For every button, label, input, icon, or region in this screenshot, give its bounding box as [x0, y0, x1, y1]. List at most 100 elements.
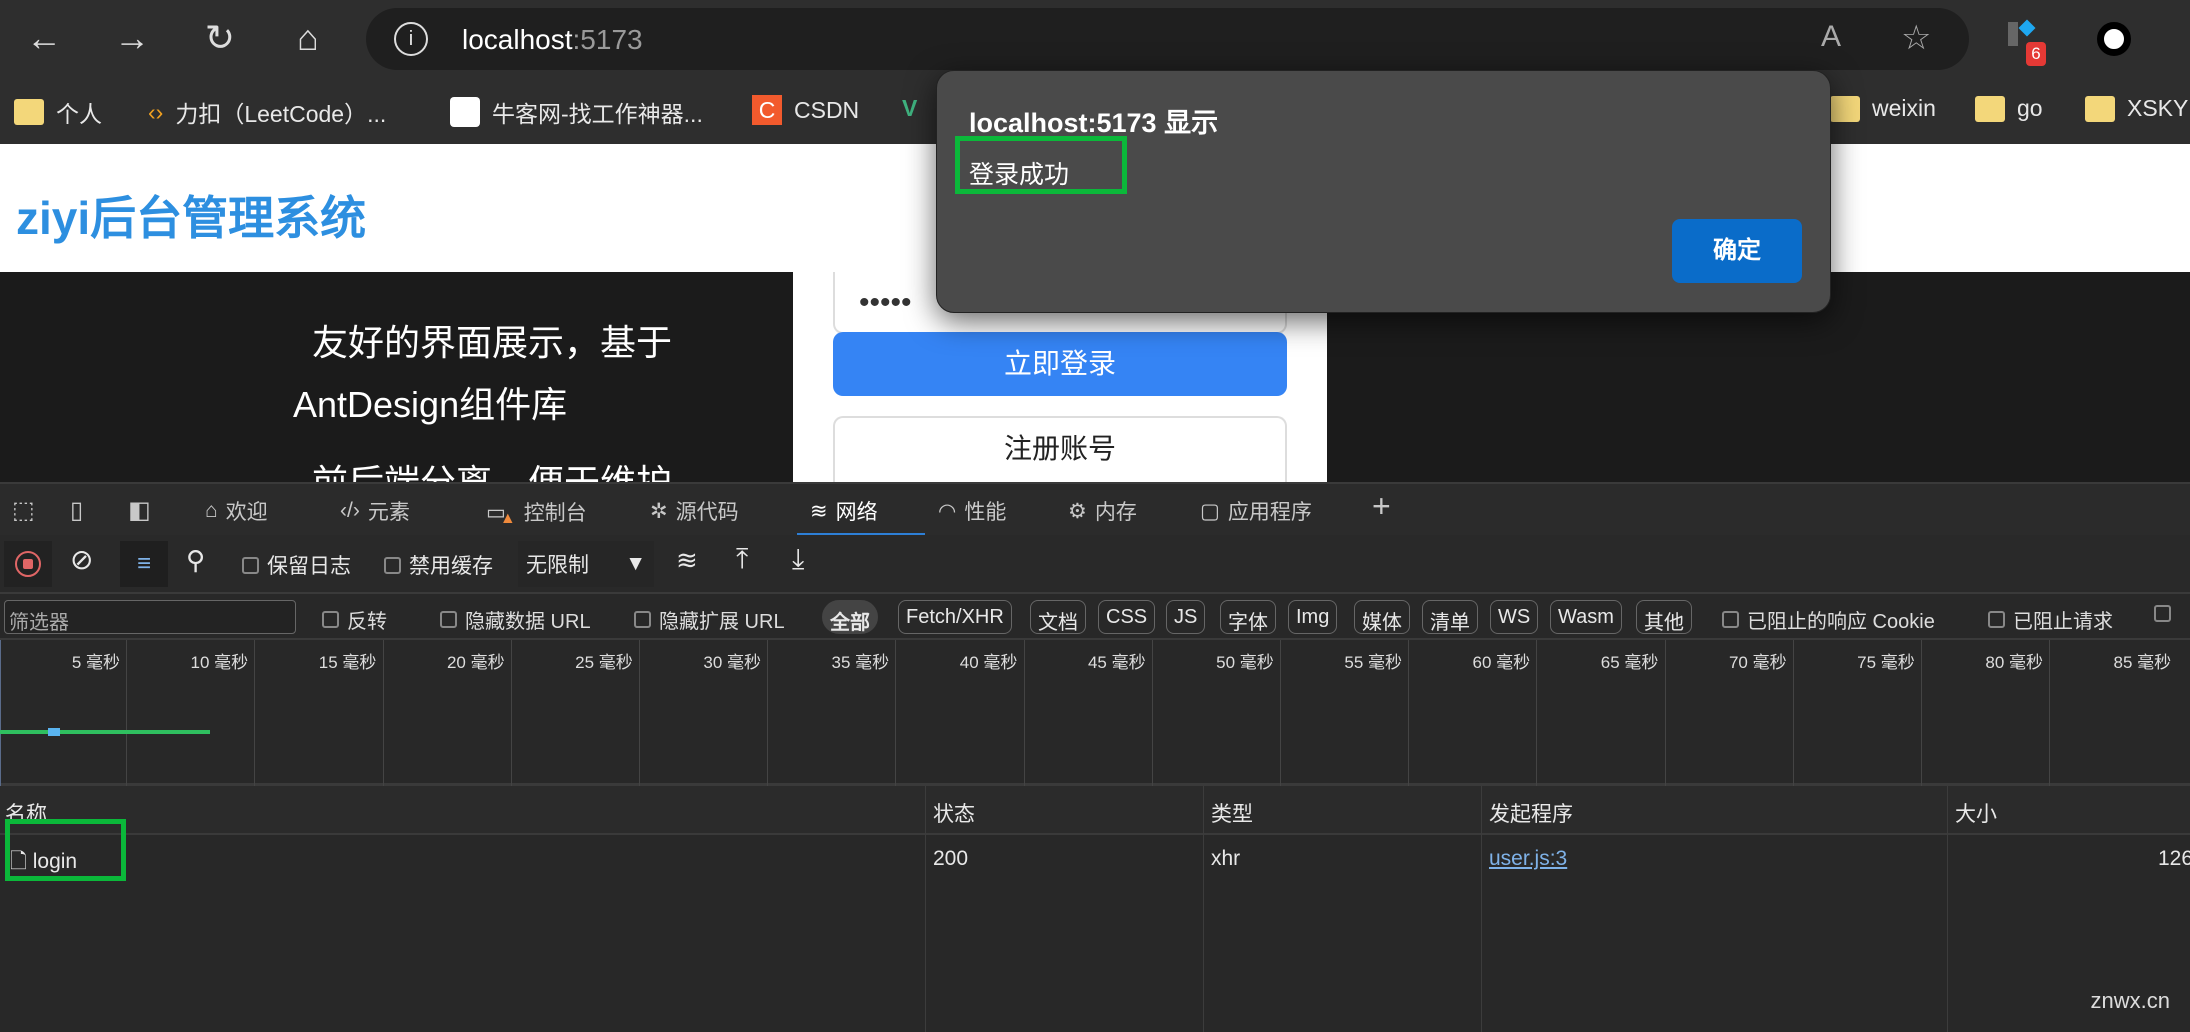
- extensions-icon[interactable]: 6: [2008, 19, 2046, 66]
- info-icon[interactable]: i: [394, 22, 428, 56]
- site-title: ziyi后台管理系统: [16, 192, 367, 244]
- tab-sources[interactable]: ✲ 源代码: [650, 496, 739, 526]
- tab-memory[interactable]: ⚙ 内存: [1068, 496, 1137, 526]
- back-icon[interactable]: ←: [20, 14, 68, 62]
- highlight-box: [5, 819, 126, 881]
- type-filter[interactable]: Fetch/XHR: [898, 600, 1012, 634]
- tick-label: 85 毫秒: [2113, 653, 2172, 672]
- inspect-icon[interactable]: ⬚: [12, 496, 35, 525]
- export-har-icon[interactable]: ⤓: [792, 543, 804, 576]
- bookmark-folder[interactable]: go: [1975, 95, 2043, 122]
- bookmark-label: 力扣（LeetCode）...: [175, 101, 387, 127]
- dialog-title: localhost:5173 显示: [969, 108, 1219, 138]
- type-filter[interactable]: WS: [1490, 600, 1539, 634]
- bookmark[interactable]: C CSDN: [752, 95, 859, 125]
- bookmark-label: CSDN: [794, 96, 860, 123]
- tab-application[interactable]: ▢ 应用程序: [1200, 496, 1312, 526]
- checkbox: [322, 611, 339, 628]
- dock-icon[interactable]: ◧: [128, 496, 151, 525]
- type-filter[interactable]: 字体: [1220, 600, 1276, 634]
- checkbox: [1988, 611, 2005, 628]
- tab-network[interactable]: ≋ 网络: [810, 496, 878, 526]
- device-emulation-icon[interactable]: ▯: [70, 496, 83, 525]
- tick-label: 70 毫秒: [1728, 653, 1787, 672]
- type-filter[interactable]: 其他: [1636, 600, 1692, 634]
- filter-input[interactable]: 筛选器: [4, 600, 296, 634]
- request-initiator[interactable]: user.js:3: [1489, 847, 1567, 871]
- timeline-tick: 35 毫秒: [767, 640, 895, 786]
- folder-icon: [14, 99, 44, 125]
- network-conditions-icon[interactable]: ≋: [676, 545, 698, 576]
- read-aloud-icon[interactable]: A: [1821, 20, 1841, 54]
- column-size[interactable]: 大小: [1955, 798, 1997, 828]
- profile-icon[interactable]: [2097, 22, 2131, 56]
- timeline-tick: 40 毫秒: [895, 640, 1023, 786]
- invert-checkbox[interactable]: 反转: [322, 605, 387, 634]
- type-filter[interactable]: 清单: [1422, 600, 1478, 634]
- timeline-tick: 65 毫秒: [1536, 640, 1664, 786]
- bookmark-folder[interactable]: weixin: [1830, 95, 1936, 122]
- tick-label: 25 毫秒: [575, 653, 633, 672]
- devtools-tabs: ⬚ ▯ ◧ ⌂ 欢迎 ‹/› 元素 ▭ ▲ 控制台 ✲ 源代码 ≋ 网络 ◠ 性能 ⚙ 内存 ▢…: [0, 482, 2190, 538]
- tab-console[interactable]: ▭ ▲ 控制台: [486, 496, 587, 528]
- vue-icon[interactable]: V: [902, 95, 917, 122]
- blocked-requests-checkbox[interactable]: 已阻止请求: [1988, 605, 2113, 634]
- bookmark-folder[interactable]: XSKY: [2085, 95, 2188, 122]
- tab-elements[interactable]: ‹/› 元素: [340, 496, 410, 526]
- column-divider: [925, 786, 926, 1032]
- type-filter[interactable]: 媒体: [1354, 600, 1410, 634]
- home-icon: ⌂: [205, 499, 218, 522]
- tab-welcome[interactable]: ⌂ 欢迎: [205, 496, 268, 526]
- reload-icon[interactable]: ↻: [196, 14, 244, 62]
- checkbox-label: 反转: [347, 611, 387, 633]
- search-icon[interactable]: ⚲: [186, 545, 205, 576]
- browser-toolbar: ← → ↻ ⌂ i localhost:5173 A ☆ 6: [0, 0, 2190, 77]
- wifi-icon: ≋: [810, 499, 828, 523]
- column-status[interactable]: 状态: [933, 798, 975, 828]
- application-icon: ▢: [1200, 499, 1220, 523]
- forward-icon[interactable]: →: [108, 14, 156, 62]
- type-filter[interactable]: JS: [1166, 600, 1206, 634]
- throttle-select[interactable]: 无限制 ▼: [518, 541, 654, 587]
- hide-extension-url-checkbox[interactable]: 隐藏扩展 URL: [634, 605, 785, 634]
- register-button[interactable]: 注册账号: [833, 416, 1287, 482]
- column-initiator[interactable]: 发起程序: [1489, 798, 1573, 828]
- tab-label: 元素: [367, 501, 410, 524]
- filter-icon[interactable]: ≡: [120, 541, 168, 587]
- feature-text: 前后端分离，便于维护: [312, 454, 672, 482]
- type-filter[interactable]: CSS: [1098, 600, 1156, 634]
- type-filter[interactable]: Img: [1288, 600, 1338, 634]
- type-filter[interactable]: Wasm: [1550, 600, 1622, 634]
- tick-label: 35 毫秒: [831, 653, 890, 672]
- bookmark[interactable]: ‹› 力扣（LeetCode）...: [148, 95, 386, 129]
- warning-icon: ▲: [499, 510, 516, 527]
- type-filter-all[interactable]: 全部: [822, 600, 878, 634]
- timeline-overview[interactable]: 5 毫秒 10 毫秒 15 毫秒 20 毫秒 25 毫秒 30 毫秒 35 毫秒 40 毫秒 4…: [0, 640, 2190, 786]
- more-checkbox[interactable]: [2154, 605, 2171, 622]
- table-row[interactable]: 🗋 login 200 xhr user.js:3 126: [0, 835, 2190, 873]
- login-button[interactable]: 立即登录: [833, 332, 1287, 396]
- bookmark[interactable]: 牛客网-找工作神器...: [450, 95, 703, 129]
- record-button[interactable]: [4, 541, 52, 587]
- favorite-star-icon[interactable]: ☆: [1901, 18, 1931, 58]
- blocked-cookies-checkbox[interactable]: 已阻止的响应 Cookie: [1722, 605, 1935, 634]
- type-filter[interactable]: 文档: [1030, 600, 1086, 634]
- address-bar[interactable]: i localhost:5173 A ☆: [366, 8, 1969, 70]
- clear-icon[interactable]: ⊘: [70, 543, 93, 576]
- home-icon[interactable]: ⌂: [284, 14, 332, 62]
- bookmark-folder[interactable]: 个人: [14, 95, 102, 129]
- tick-label: 65 毫秒: [1600, 653, 1659, 672]
- initiator-link[interactable]: user.js:3: [1489, 847, 1567, 870]
- feature-text: 友好的界面展示，基于: [312, 322, 673, 363]
- import-har-icon[interactable]: ⤒: [736, 543, 748, 576]
- hide-data-url-checkbox[interactable]: 隐藏数据 URL: [440, 605, 591, 634]
- preserve-log-checkbox[interactable]: 保留日志: [242, 550, 351, 580]
- disable-cache-checkbox[interactable]: 禁用缓存: [384, 550, 493, 580]
- add-tab-icon[interactable]: +: [1372, 488, 1391, 525]
- caret-down-icon: ▼: [625, 552, 646, 575]
- bookmark-label: go: [2017, 95, 2043, 121]
- ok-button[interactable]: 确定: [1672, 219, 1802, 283]
- tab-performance[interactable]: ◠ 性能: [938, 496, 1006, 526]
- column-type[interactable]: 类型: [1211, 798, 1253, 828]
- column-divider: [1203, 786, 1204, 1032]
